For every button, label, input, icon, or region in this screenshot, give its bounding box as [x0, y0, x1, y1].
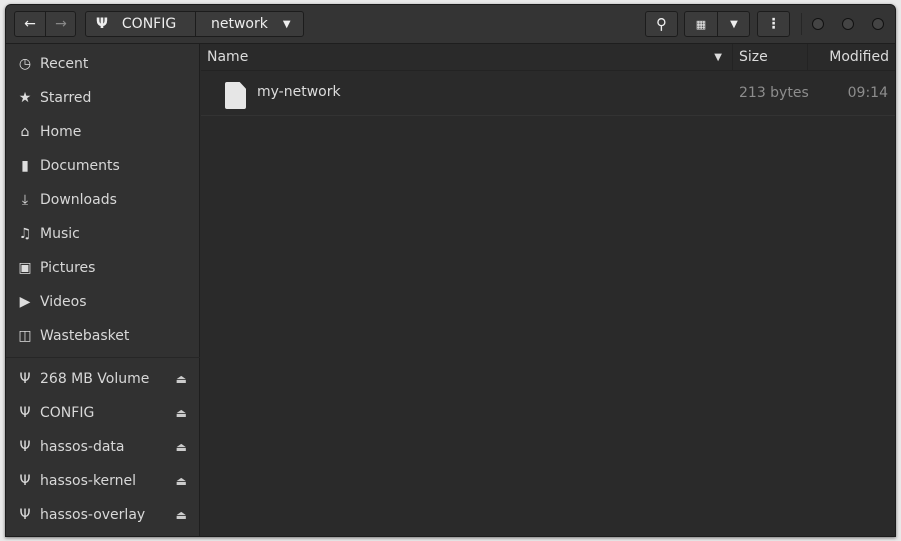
sidebar-separator — [6, 357, 200, 358]
sidebar-item-label: Pictures — [40, 260, 96, 276]
sidebar-item-label: hassos-overlay — [40, 507, 146, 523]
column-header-modified[interactable]: Modified — [808, 44, 895, 71]
file-manager-window: ← → Ψ CONFIG network ▼ ⚲ ▦ ▼ ⋮ ◷ Recent ★… — [5, 4, 896, 537]
separator — [801, 13, 802, 35]
text-file-icon — [225, 82, 246, 109]
file-row[interactable]: my-network 213 bytes 09:14 — [201, 71, 895, 116]
sidebar-item-music[interactable]: ♫ Music — [6, 217, 200, 251]
grid-icon: ▦ — [695, 17, 707, 31]
sidebar-device-config[interactable]: Ψ CONFIG ⏏ — [6, 396, 200, 430]
path-segment-config[interactable]: Ψ CONFIG — [86, 12, 196, 36]
headerbar: ← → Ψ CONFIG network ▼ ⚲ ▦ ▼ ⋮ — [6, 5, 895, 44]
sidebar-item-videos[interactable]: ▶ Videos — [6, 285, 200, 319]
sidebar-item-label: Recent — [40, 56, 89, 72]
maximize-button[interactable] — [842, 18, 854, 30]
path-label: network — [211, 16, 268, 32]
sidebar-item-label: CONFIG — [40, 405, 95, 421]
nav-buttons: ← → — [14, 11, 76, 37]
search-button[interactable]: ⚲ — [645, 11, 678, 37]
view-options-button[interactable]: ▼ — [718, 12, 750, 36]
sidebar-item-home[interactable]: ⌂ Home — [6, 115, 200, 149]
sidebar-item-label: Starred — [40, 90, 92, 106]
sidebar-item-pictures[interactable]: ▣ Pictures — [6, 251, 200, 285]
document-icon: ▮ — [21, 158, 29, 174]
usb-icon: Ψ — [96, 16, 108, 32]
sidebar-item-label: Documents — [40, 158, 120, 174]
sidebar-item-wastebasket[interactable]: ◫ Wastebasket — [6, 319, 200, 353]
sidebar-item-recent[interactable]: ◷ Recent — [6, 47, 200, 81]
eject-icon[interactable]: ⏏ — [176, 474, 187, 488]
sidebar-item-documents[interactable]: ▮ Documents — [6, 149, 200, 183]
download-icon: ⤓ — [21, 192, 29, 208]
usb-icon: Ψ — [19, 473, 31, 489]
search-icon: ⚲ — [656, 15, 667, 33]
sidebar-device-hassos-overlay[interactable]: Ψhassos-overlay ⏏ — [6, 498, 200, 532]
usb-icon: Ψ — [19, 439, 31, 455]
picture-icon: ▣ — [18, 260, 32, 276]
back-button[interactable]: ← — [15, 12, 46, 36]
sidebar-item-label: Home — [40, 124, 82, 140]
trash-icon: ◫ — [18, 328, 32, 344]
column-label: Size — [739, 49, 768, 65]
forward-button[interactable]: → — [46, 12, 76, 36]
eject-icon[interactable]: ⏏ — [176, 406, 187, 420]
column-header-size[interactable]: Size — [733, 44, 808, 71]
sidebar-device-268mb[interactable]: Ψ 268 MB Volume ⏏ — [6, 362, 200, 396]
sidebar-item-label: Videos — [40, 294, 87, 310]
star-icon: ★ — [18, 90, 32, 106]
music-icon: ♫ — [18, 226, 32, 242]
column-header-name[interactable]: Name ▼ — [201, 44, 733, 71]
usb-icon: Ψ — [19, 405, 31, 421]
view-toggle-button[interactable]: ▦ — [685, 12, 718, 36]
file-list: Name ▼ Size Modified my-network 213 byte… — [201, 44, 895, 536]
sort-descending-icon: ▼ — [714, 51, 722, 63]
arrow-right-icon: → — [55, 16, 67, 32]
kebab-menu-icon: ⋮ — [766, 16, 781, 32]
path-bar: Ψ CONFIG network ▼ — [85, 11, 304, 37]
file-size: 213 bytes — [739, 85, 809, 101]
minimize-button[interactable] — [812, 18, 824, 30]
column-label: Modified — [829, 49, 889, 65]
chevron-down-icon: ▼ — [730, 18, 738, 30]
video-icon: ▶ — [19, 294, 31, 310]
sidebar-item-label: hassos-kernel — [40, 473, 137, 489]
sidebar-item-downloads[interactable]: ⤓ Downloads — [6, 183, 200, 217]
eject-icon[interactable]: ⏏ — [176, 508, 187, 522]
sidebar-device-hassos-kernel[interactable]: Ψhassos-kernel ⏏ — [6, 464, 200, 498]
sidebar-item-label: 268 MB Volume — [40, 371, 150, 387]
eject-icon[interactable]: ⏏ — [176, 440, 187, 454]
sidebar-item-starred[interactable]: ★ Starred — [6, 81, 200, 115]
sidebar-item-label: Downloads — [40, 192, 117, 208]
home-icon: ⌂ — [20, 124, 30, 140]
eject-icon[interactable]: ⏏ — [176, 372, 187, 386]
file-name: my-network — [257, 84, 341, 100]
path-segment-network[interactable]: network ▼ — [196, 12, 304, 36]
clock-icon: ◷ — [18, 56, 32, 72]
column-label: Name — [207, 49, 249, 65]
path-label: CONFIG — [121, 16, 177, 32]
sidebar-item-label: Music — [40, 226, 80, 242]
sidebar: ◷ Recent ★ Starred ⌂ Home ▮ Documents ⤓ Downl… — [6, 44, 200, 536]
close-button[interactable] — [872, 18, 884, 30]
sidebar-item-label: hassos-data — [40, 439, 125, 455]
usb-icon: Ψ — [19, 507, 31, 523]
sidebar-device-hassos-data[interactable]: Ψhassos-data ⏏ — [6, 430, 200, 464]
arrow-left-icon: ← — [24, 16, 36, 32]
usb-icon: Ψ — [19, 371, 31, 387]
view-buttons: ▦ ▼ — [684, 11, 750, 37]
sidebar-item-label: Wastebasket — [40, 328, 130, 344]
menu-button[interactable]: ⋮ — [757, 11, 790, 37]
file-modified: 09:14 — [847, 85, 888, 101]
chevron-down-icon: ▼ — [282, 18, 291, 30]
